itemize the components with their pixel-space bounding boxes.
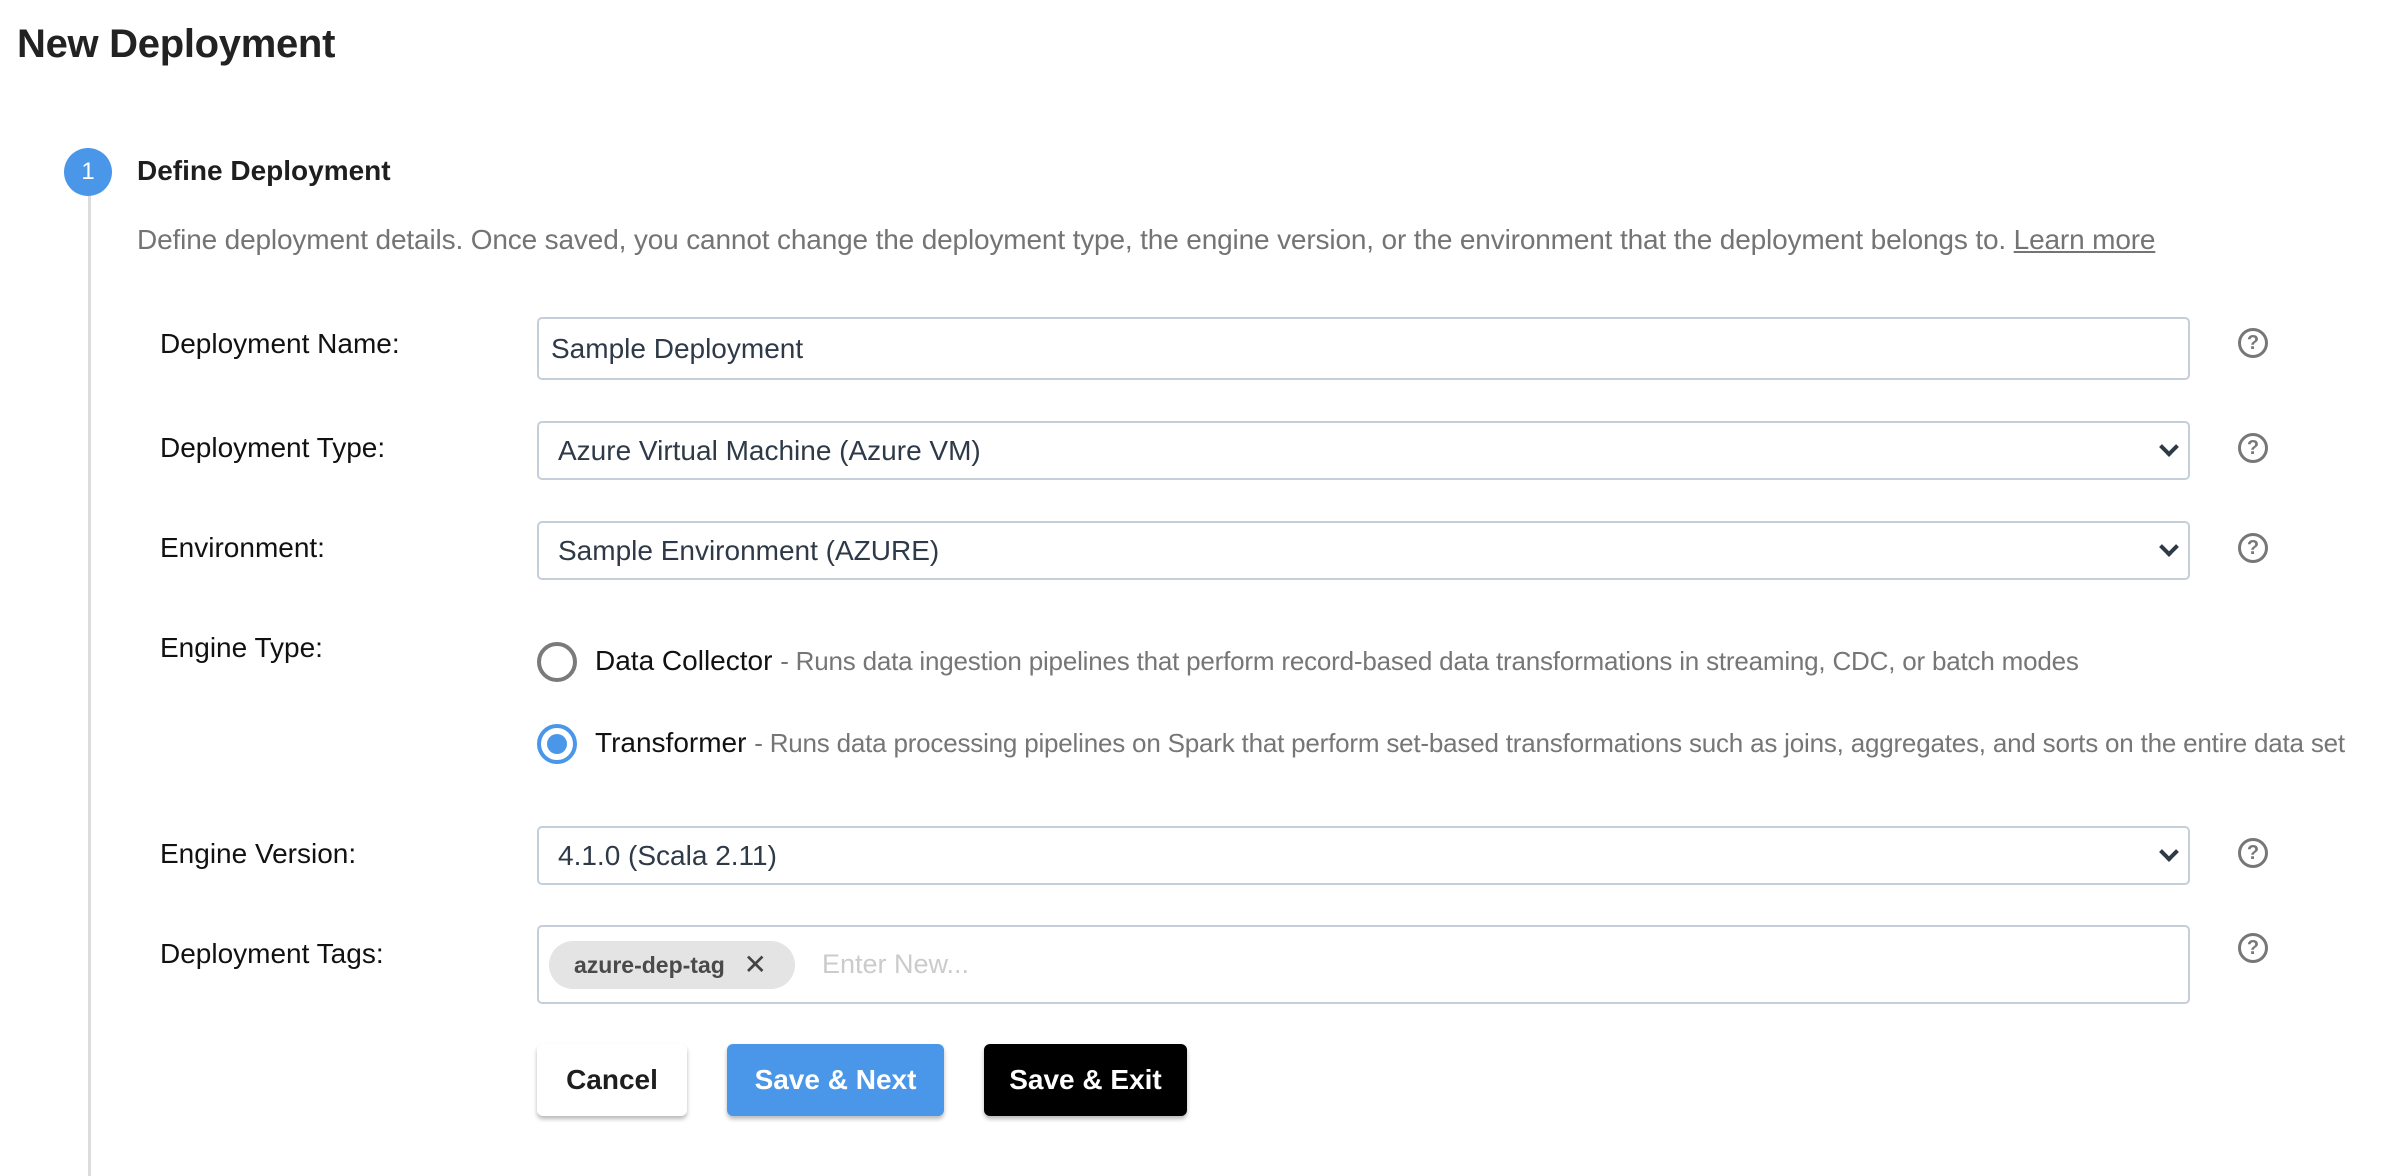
- chevron-down-icon: [2159, 436, 2179, 457]
- engine-version-value: 4.1.0 (Scala 2.11): [558, 840, 777, 871]
- save-exit-button[interactable]: Save & Exit: [984, 1044, 1187, 1116]
- environment-label: Environment:: [160, 532, 325, 563]
- help-icon[interactable]: ?: [2238, 328, 2268, 358]
- deployment-tags-label: Deployment Tags:: [160, 938, 384, 969]
- step-title: Define Deployment: [137, 155, 391, 186]
- tag-chip: azure-dep-tag ✕: [549, 941, 795, 989]
- engine-type-label: Engine Type:: [160, 632, 323, 663]
- engine-version-label: Engine Version:: [160, 838, 357, 869]
- environment-select[interactable]: Sample Environment (AZURE): [537, 521, 2190, 580]
- environment-value: Sample Environment (AZURE): [558, 535, 940, 566]
- deployment-name-input[interactable]: Sample Deployment: [537, 317, 2190, 380]
- learn-more-link[interactable]: Learn more: [2014, 224, 2156, 255]
- radio-data-collector[interactable]: [537, 642, 577, 682]
- cancel-button[interactable]: Cancel: [537, 1044, 687, 1116]
- engine-option-description: - Runs data processing pipelines on Spar…: [754, 728, 2345, 758]
- new-tag-input[interactable]: [822, 939, 2122, 989]
- engine-version-select[interactable]: 4.1.0 (Scala 2.11): [537, 826, 2190, 885]
- help-icon[interactable]: ?: [2238, 433, 2268, 463]
- chevron-down-icon: [2159, 841, 2179, 862]
- deployment-tags-field[interactable]: azure-dep-tag ✕: [537, 925, 2190, 1004]
- tag-chip-label: azure-dep-tag: [574, 952, 725, 978]
- engine-option-name: Transformer: [595, 727, 747, 758]
- step-description-text: Define deployment details. Once saved, y…: [137, 224, 2007, 255]
- save-next-button[interactable]: Save & Next: [727, 1044, 944, 1116]
- help-icon[interactable]: ?: [2238, 533, 2268, 563]
- engine-option-name: Data Collector: [595, 645, 773, 676]
- radio-label-data-collector[interactable]: Data Collector - Runs data ingestion pip…: [595, 645, 2079, 677]
- step-connector-line: [88, 196, 91, 1176]
- help-icon[interactable]: ?: [2238, 838, 2268, 868]
- step-number-badge: 1: [64, 148, 112, 196]
- close-icon[interactable]: ✕: [744, 941, 767, 989]
- deployment-type-select[interactable]: Azure Virtual Machine (Azure VM): [537, 421, 2190, 480]
- engine-option-description: - Runs data ingestion pipelines that per…: [780, 646, 2079, 676]
- deployment-type-label: Deployment Type:: [160, 432, 386, 463]
- step-description: Define deployment details. Once saved, y…: [137, 224, 2155, 256]
- deployment-type-value: Azure Virtual Machine (Azure VM): [558, 435, 981, 466]
- radio-label-transformer[interactable]: Transformer - Runs data processing pipel…: [595, 727, 2345, 759]
- radio-transformer[interactable]: [537, 724, 577, 764]
- chevron-down-icon: [2159, 536, 2179, 557]
- page-title: New Deployment: [17, 22, 336, 66]
- help-icon[interactable]: ?: [2238, 933, 2268, 963]
- deployment-name-label: Deployment Name:: [160, 328, 400, 359]
